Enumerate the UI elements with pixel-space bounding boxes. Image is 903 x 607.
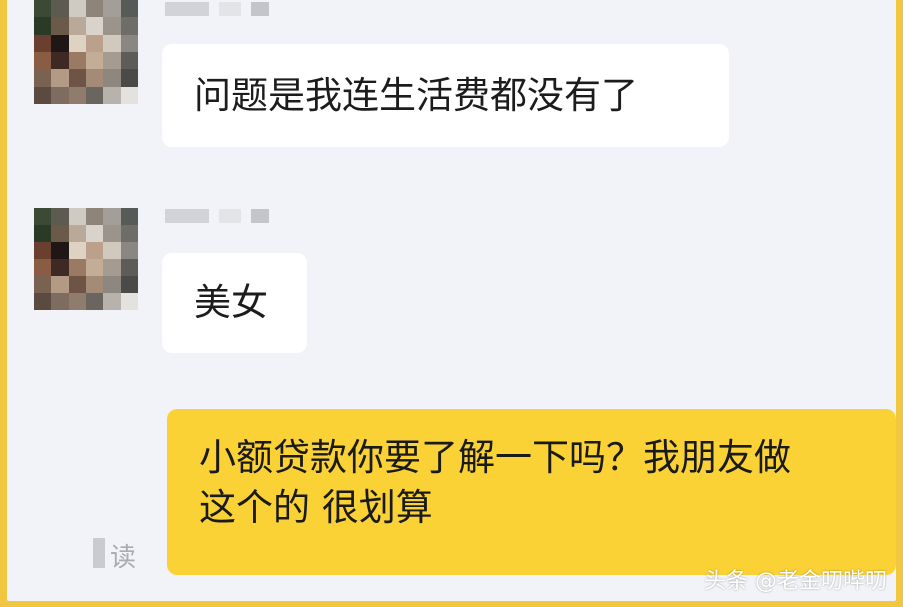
contact-avatar-pixelated[interactable] bbox=[34, 0, 138, 104]
chat-window: 问题是我连生活费都没有了 美女 小额贷款你要了解一下吗？我朋友做 这个的 很划算… bbox=[7, 0, 896, 601]
message-text: 美女 bbox=[194, 281, 268, 324]
message-text-line-2: 这个的 很划算 bbox=[199, 486, 433, 529]
message-text: 问题是我连生活费都没有了 bbox=[194, 74, 638, 117]
read-status-label: 读 bbox=[110, 543, 137, 573]
watermark: 头条 @老金叨哔叨 bbox=[704, 569, 887, 594]
outgoing-message-bubble[interactable]: 小额贷款你要了解一下吗？我朋友做 这个的 很划算 bbox=[167, 409, 896, 575]
incoming-message-bubble[interactable]: 问题是我连生活费都没有了 bbox=[162, 44, 729, 147]
read-status-redacted bbox=[93, 538, 105, 568]
contact-name-blurred bbox=[165, 209, 269, 223]
contact-avatar-pixelated[interactable] bbox=[34, 208, 138, 310]
incoming-message-bubble[interactable]: 美女 bbox=[162, 253, 307, 353]
contact-name-blurred bbox=[165, 2, 269, 16]
message-text-line-1: 小额贷款你要了解一下吗？我朋友做 bbox=[199, 436, 791, 479]
